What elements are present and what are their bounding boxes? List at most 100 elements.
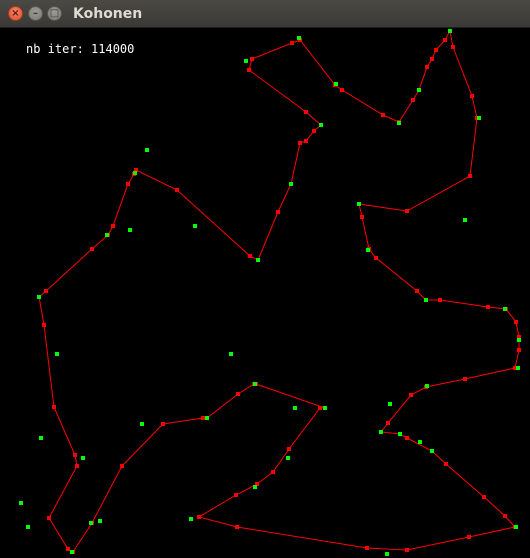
city-point [397,121,401,125]
neuron-point [503,514,507,518]
neuron-point [161,422,165,426]
city-point [297,36,301,40]
neuron-point [468,174,472,178]
city-point [477,116,481,120]
neuron-point [360,215,364,219]
city-point [417,88,421,92]
neuron-point [470,94,474,98]
neuron-point [340,88,344,92]
city-point [128,228,132,232]
neuron-point [287,447,291,451]
neuron-point [405,209,409,213]
neuron-ring [37,29,521,554]
city-point [379,430,383,434]
city-point [105,233,109,237]
neuron-point [443,38,447,42]
neuron-point [248,254,252,258]
neuron-point [111,224,115,228]
neuron-point [467,535,471,539]
neuron-point [250,57,254,61]
neuron-point [451,45,455,49]
city-point [366,248,370,252]
neuron-point [438,298,442,302]
neuron-point [444,462,448,466]
city-point [517,338,521,342]
neuron-point [197,515,201,519]
city-point [448,29,452,33]
neuron-point [47,516,51,520]
city-point [55,352,59,356]
neuron-point [75,464,79,468]
maximize-window-button[interactable]: □ [47,6,62,21]
city-point [425,384,429,388]
neuron-point [381,113,385,117]
city-point [205,416,209,420]
city-point [133,171,137,175]
neuron-point [42,323,46,327]
neuron-point [365,546,369,550]
neuron-point [120,464,124,468]
close-icon: × [11,7,20,19]
city-point [516,366,520,370]
neuron-point [73,453,77,457]
city-point [289,182,293,186]
tsp-ring-plot [19,29,521,556]
city-point [503,307,507,311]
city-point [98,519,102,523]
kohonen-canvas: nb iter: 114000 [0,28,530,558]
minimize-icon: – [33,7,38,19]
city-point [286,456,290,460]
city-point [514,525,518,529]
neuron-point [52,405,56,409]
neuron-point [517,348,521,352]
city-point [253,382,257,386]
city-point [388,402,392,406]
neuron-point [405,436,409,440]
neuron-point [425,65,429,69]
neuron-point [482,495,486,499]
neuron-point [411,98,415,102]
city-point [89,521,93,525]
neuron-point [235,525,239,529]
neuron-point [463,377,467,381]
neuron-point [175,188,179,192]
neuron-point [66,547,70,551]
city-point [253,485,257,489]
neuron-point [44,289,48,293]
neuron-point [514,320,518,324]
city-point [145,148,149,152]
neuron-point [90,247,94,251]
city-point [26,525,30,529]
city-point [256,258,260,262]
city-point [385,552,389,556]
title-bar[interactable]: × – □ Kohonen [0,0,530,28]
minimize-window-button[interactable]: – [28,6,43,21]
city-point [334,82,338,86]
city-point [463,218,467,222]
city-point [418,440,422,444]
city-point [424,298,428,302]
city-point [323,406,327,410]
neuron-point [276,210,280,214]
city-point [70,550,74,554]
window-title: Kohonen [73,6,143,22]
neuron-point [290,41,294,45]
neuron-point [298,141,302,145]
close-window-button[interactable]: × [8,6,23,21]
cities [19,29,521,556]
city-point [37,295,41,299]
neuron-point [386,421,390,425]
neuron-point [236,392,240,396]
city-point [244,59,248,63]
city-point [293,406,297,410]
city-point [229,352,233,356]
neuron-point [201,416,205,420]
neuron-point [409,393,413,397]
neuron-point [304,139,308,143]
neuron-point [304,110,308,114]
neuron-point [318,406,322,410]
neuron-point [486,305,490,309]
neuron-point [126,182,130,186]
city-point [430,449,434,453]
city-point [319,123,323,127]
